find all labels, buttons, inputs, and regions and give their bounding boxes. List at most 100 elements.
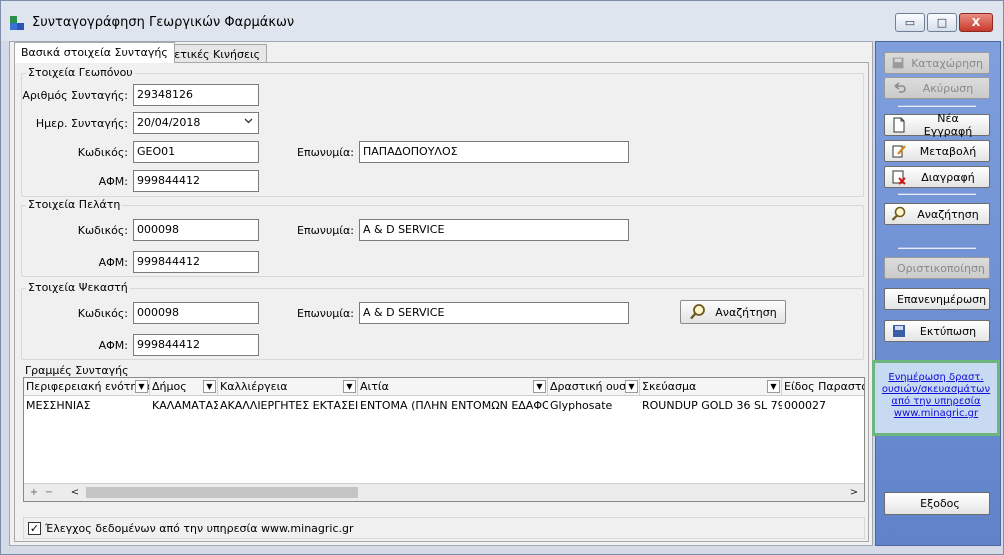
edit-button[interactable]: Μεταβολή [884,140,990,162]
sprayer-code-field[interactable]: 000098 [133,302,259,324]
main-panel: Βασικά στοιχεία Συνταγής Σχετικές Κινήσε… [9,41,873,546]
print-disk-icon [893,325,905,337]
magnifier-icon [690,304,705,320]
column-filter-dropdown-icon[interactable]: ▼ [203,380,216,393]
column-header-product-label: Σκεύασμα [642,380,697,393]
search-button[interactable]: Αναζήτηση [884,203,990,225]
new-record-label: Νέα Εγγραφή [923,112,973,138]
customer-name-field[interactable]: A & D SERVICE [359,219,629,241]
maximize-button[interactable]: □ [927,13,957,32]
cell-cause: ΕΝΤΟΜΑ (ΠΛΗΝ ΕΝΤΟΜΩΝ ΕΔΑΦΟΥΣ) [360,399,548,412]
new-document-icon [893,117,905,133]
agronomist-code-label: Κωδικός: [77,146,128,159]
finalize-button[interactable]: Οριστικοποίηση [884,257,990,279]
customer-afm-field[interactable]: 999844412 [133,251,259,273]
agronomist-group: Στοιχεία Γεωπόνου Αριθμός Συνταγής: 2934… [21,66,864,197]
column-header-crop-label: Καλλιέργεια [220,380,288,393]
minimize-button[interactable]: ▭ [895,13,925,32]
column-header-cause-label: Αιτία [360,380,389,393]
cell-product: ROUNDUP GOLD 36 SL 7928 [642,399,782,412]
column-header-municipality[interactable]: Δήμος ▼ [150,378,218,396]
column-header-cause[interactable]: Αιτία ▼ [358,378,548,396]
horizontal-scrollbar-thumb[interactable] [86,487,358,498]
update-substances-link[interactable]: Ενημέρωση δραστ. ουσιών/σκευασμάτων από … [881,372,991,420]
save-label: Καταχώρηση [911,56,983,70]
minimize-icon: ▭ [904,16,916,29]
sprayer-afm-field[interactable]: 999844412 [133,334,259,356]
agronomist-afm-field[interactable]: 999844412 [133,170,259,192]
scroll-left-icon[interactable]: < [69,486,81,498]
app-icon [10,16,24,30]
column-header-product[interactable]: Σκεύασμα ▼ [640,378,782,396]
validation-checkbox[interactable]: ✓ [28,522,41,535]
scroll-right-icon[interactable]: > [848,486,860,498]
close-button[interactable]: X [959,13,993,32]
exit-label: Εξοδος [920,497,960,510]
title-bar: Συνταγογράφηση Γεωργικών Φαρμάκων ▭ □ X [1,1,1003,41]
print-label: Εκτύπωση [919,324,977,338]
floppy-disk-icon [892,57,904,69]
refresh-label: Επανενημέρωση [897,292,987,306]
cell-municipality: ΚΑΛΑΜΑΤΑΣ [152,399,218,412]
close-icon: X [971,16,981,29]
refresh-button[interactable]: Επανενημέρωση [884,288,990,310]
search-label: Αναζήτηση [917,207,979,221]
cancel-button[interactable]: Ακύρωση [884,77,990,99]
sprayer-code-label: Κωδικός: [77,307,128,320]
print-button[interactable]: Εκτύπωση [884,320,990,342]
cell-document-type: 000027 [784,399,826,412]
action-sidebar: Καταχώρηση Ακύρωση Νέα Εγγραφή Μεταβολή … [872,41,1001,546]
cell-crop: ΑΚΑΛΛΙΕΡΓΗΤΕΣ ΕΚΤΑΣΕΙΣ [220,399,358,412]
customer-afm-label: ΑΦΜ: [98,256,128,269]
new-record-button[interactable]: Νέα Εγγραφή [884,112,990,138]
column-filter-dropdown-icon[interactable]: ▼ [343,380,356,393]
add-row-icon[interactable]: + [28,486,40,498]
update-substances-panel: Ενημέρωση δραστ. ουσιών/σκευασμάτων από … [872,360,1000,436]
column-header-crop[interactable]: Καλλιέργεια ▼ [218,378,358,396]
prescription-date-value: 20/04/2018 [137,116,201,129]
window-title: Συνταγογράφηση Γεωργικών Φαρμάκων [32,15,295,30]
sprayer-group: Στοιχεία Ψεκαστή Κωδικός: 000098 Επωνυμί… [21,281,864,360]
column-header-active-substance[interactable]: Δραστική ουσία ▼ [548,378,640,396]
remove-row-icon[interactable]: − [43,486,55,498]
delete-document-icon [892,170,906,185]
sprayer-search-label: Αναζήτηση [715,305,777,319]
column-header-document-type[interactable]: Είδος Παραστατικ [782,378,864,396]
column-filter-dropdown-icon[interactable]: ▼ [533,380,546,393]
sprayer-name-label: Επωνυμία: [297,307,354,320]
validation-checkbox-label[interactable]: Έλεγχος δεδομένων από την υπηρεσία www.m… [45,522,354,535]
customer-code-field[interactable]: 000098 [133,219,259,241]
tab-basic-info[interactable]: Βασικά στοιχεία Συνταγής [14,42,175,63]
edit-label: Μεταβολή [919,144,977,158]
sprayer-search-button[interactable]: Αναζήτηση [680,300,786,324]
customer-group: Στοιχεία Πελάτη Κωδικός: 000098 Επωνυμία… [21,198,864,277]
validation-checkbox-row: ✓ Έλεγχος δεδομένων από την υπηρεσία www… [23,517,865,539]
agronomist-code-field[interactable]: GEO01 [133,141,259,163]
save-button[interactable]: Καταχώρηση [884,52,990,74]
prescription-number-label: Αριθμός Συνταγής: [22,89,128,102]
column-filter-dropdown-icon[interactable]: ▼ [135,380,148,393]
separator [898,105,976,107]
column-header-document-type-label: Είδος Παραστατικ [784,380,864,393]
customer-code-label: Κωδικός: [77,224,128,237]
prescription-date-picker[interactable]: 20/04/2018 [133,112,259,134]
grid-footer: + − < > [24,483,864,501]
prescription-date-label: Ημερ. Συνταγής: [35,117,128,130]
delete-label: Διαγραφή [921,170,975,184]
agronomist-group-title: Στοιχεία Γεωπόνου [26,66,135,79]
prescription-number-field[interactable]: 29348126 [133,84,259,106]
sprayer-afm-label: ΑΦΜ: [98,339,128,352]
column-filter-dropdown-icon[interactable]: ▼ [767,380,780,393]
magnifier-icon [891,206,906,221]
prescription-lines-title: Γραμμές Συνταγής [25,364,129,377]
exit-button[interactable]: Εξοδος [884,492,990,515]
delete-button[interactable]: Διαγραφή [884,166,990,188]
sprayer-name-field[interactable]: A & D SERVICE [359,302,629,324]
agronomist-name-field[interactable]: ΠΑΠΑΔΟΠΟΥΛΟΣ [359,141,629,163]
column-header-region-label: Περιφερειακή ενότητα [26,380,150,393]
column-filter-dropdown-icon[interactable]: ▼ [625,380,638,393]
column-header-region[interactable]: Περιφερειακή ενότητα ▼ [24,378,150,396]
undo-icon [894,82,906,93]
column-header-municipality-label: Δήμος [152,380,187,393]
chevron-down-icon[interactable] [243,115,254,126]
